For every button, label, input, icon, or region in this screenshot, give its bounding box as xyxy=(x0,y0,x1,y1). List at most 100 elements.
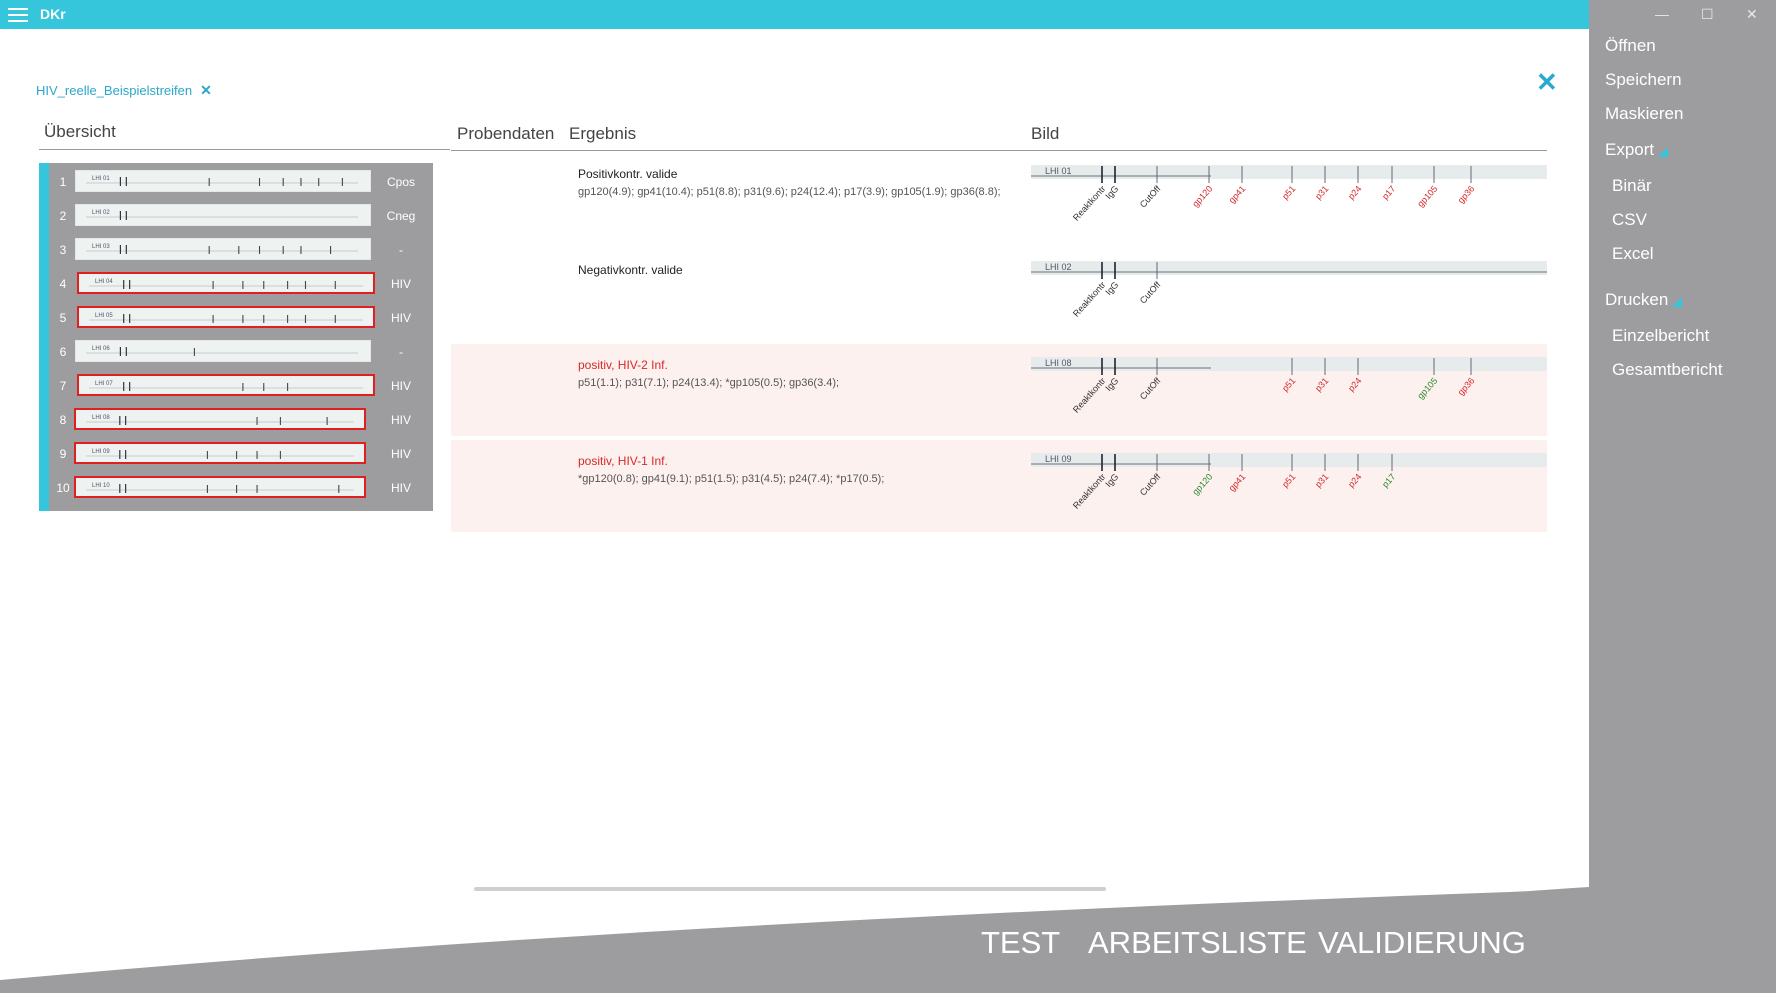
menu-open[interactable]: Öffnen xyxy=(1605,36,1656,56)
strip-code-label: LHI 02 xyxy=(1045,262,1072,272)
strip-thumbnail[interactable]: LHI 01 xyxy=(75,170,371,192)
maximize-icon[interactable]: ☐ xyxy=(1701,6,1714,23)
row-result-label: Cneg xyxy=(386,209,416,223)
band-label: Reaktkontr xyxy=(1071,472,1108,511)
row-number: 9 xyxy=(59,447,67,461)
overview-row[interactable]: 2 LHI 02 Cneg xyxy=(49,199,433,233)
strip-body xyxy=(1031,453,1547,467)
strip-thumbnail[interactable]: LHI 03 xyxy=(75,238,371,260)
probendaten-header: Probendaten xyxy=(457,124,555,143)
row-number: 7 xyxy=(59,379,67,393)
strip-bands xyxy=(86,450,354,459)
strip-bands xyxy=(86,211,358,220)
row-result-label: HIV xyxy=(390,481,411,495)
overview-row[interactable]: 5 LHI 05 HIV xyxy=(49,301,433,335)
menu-export-csv[interactable]: CSV xyxy=(1612,210,1647,230)
nav-test[interactable]: TEST xyxy=(981,925,1060,961)
overview-row[interactable]: 1 LHI 01 Cpos xyxy=(49,165,433,199)
strip-bands xyxy=(86,347,358,356)
close-icon[interactable]: ✕ xyxy=(1536,67,1558,98)
result-status: Positivkontr. valide xyxy=(578,167,678,181)
strip-image[interactable]: LHI 09 Reaktkontr IgG CutOff gp120 gp41 p51 p31… xyxy=(1031,451,1547,541)
strip-thumbnail[interactable]: LHI 10 xyxy=(74,476,366,498)
menu-save[interactable]: Speichern xyxy=(1605,70,1682,90)
minimize-icon[interactable]: — xyxy=(1655,6,1669,22)
overview-row[interactable]: 6 LHI 06 - xyxy=(49,335,433,369)
window-close-icon[interactable]: ✕ xyxy=(1746,6,1758,23)
overview-row[interactable]: 8 LHI 08 HIV xyxy=(49,403,433,437)
overview-row[interactable]: 3 LHI 03 - xyxy=(49,233,433,267)
strip-thumbnail[interactable]: LHI 05 xyxy=(77,306,375,328)
overview-row[interactable]: 10 LHI 10 HIV xyxy=(49,471,433,505)
overview-row[interactable]: 9 LHI 09 HIV xyxy=(49,437,433,471)
hamburger-menu-icon[interactable] xyxy=(8,8,28,22)
overview-header: Übersicht xyxy=(44,122,116,141)
document-tab[interactable]: HIV_reelle_Beispielstreifen ✕ xyxy=(36,82,212,99)
strip-svg: LHI 02 ReaktkontrIgG CutOff xyxy=(1031,261,1547,319)
strip-bands xyxy=(89,314,363,323)
band-label: p17 xyxy=(1380,472,1397,490)
row-number: 3 xyxy=(59,243,67,257)
strip-image[interactable]: LHI 08 Reaktkontr IgG CutOff p51 p31 p24 gp105 g… xyxy=(1031,355,1547,445)
menu-export-label[interactable]: Export xyxy=(1605,140,1654,159)
menu-export-excel[interactable]: Excel xyxy=(1612,244,1654,264)
band-label: IgG xyxy=(1103,472,1120,489)
strip-bands xyxy=(86,245,358,254)
band-label: gp105 xyxy=(1415,184,1439,209)
strip-svg: LHI 08 ReaktkontrIgG CutOff p51 p31 p24 gp105 g… xyxy=(1031,357,1547,415)
strip-body xyxy=(1031,357,1547,371)
strip-thumbnail[interactable]: LHI 02 xyxy=(75,204,371,226)
band-label: Reaktkontr xyxy=(1071,280,1108,319)
overview-row[interactable]: 7 LHI 07 HIV xyxy=(49,369,433,403)
strip-thumbnail[interactable]: LHI 07 xyxy=(77,374,375,396)
menu-print-label[interactable]: Drucken xyxy=(1605,290,1668,309)
overview-divider xyxy=(39,149,450,150)
strip-bands xyxy=(89,280,363,289)
band-label: p31 xyxy=(1313,376,1330,394)
band-label: p51 xyxy=(1280,472,1297,490)
strip-image[interactable]: LHI 01 Reaktkontr IgG CutOff gp120 gp41 p51 p31… xyxy=(1031,163,1547,253)
row-result-label: HIV xyxy=(390,311,411,325)
band-label: CutOff xyxy=(1138,375,1163,401)
expand-arrow-icon xyxy=(1658,147,1669,157)
document-tab-label[interactable]: HIV_reelle_Beispielstreifen xyxy=(36,83,192,98)
band-label: p31 xyxy=(1313,184,1330,202)
close-tab-icon[interactable]: ✕ xyxy=(200,82,212,98)
result-values: *gp120(0.8); gp41(9.1); p51(1.5); p31(4.… xyxy=(578,473,885,485)
strip-thumbnail[interactable]: LHI 08 xyxy=(74,408,366,430)
band-label: p17 xyxy=(1380,184,1397,202)
band-label: CutOff xyxy=(1138,183,1163,209)
band-label: CutOff xyxy=(1138,279,1163,305)
expand-arrow-icon xyxy=(1672,297,1683,307)
strip-image[interactable]: LHI 02 Reaktkontr IgG CutOff xyxy=(1031,259,1547,349)
band-label: gp120 xyxy=(1190,184,1214,209)
row-number: 4 xyxy=(59,277,67,291)
row-number: 1 xyxy=(59,175,67,189)
strip-code-label: LHI 08 xyxy=(1045,358,1072,368)
strip-body xyxy=(1031,261,1547,275)
result-values: p51(1.1); p31(7.1); p24(13.4); *gp105(0.… xyxy=(578,377,840,389)
strip-bands xyxy=(86,484,354,493)
overview-row[interactable]: 4 LHI 04 HIV xyxy=(49,267,433,301)
strip-body xyxy=(1031,165,1547,179)
strip-bands xyxy=(86,177,358,186)
menu-export[interactable]: Export xyxy=(1605,140,1669,160)
menu-print-single-report[interactable]: Einzelbericht xyxy=(1612,326,1709,346)
menu-print[interactable]: Drucken xyxy=(1605,290,1683,310)
menu-export-binary[interactable]: Binär xyxy=(1612,176,1652,196)
band-label: gp41 xyxy=(1227,472,1248,494)
menu-mask[interactable]: Maskieren xyxy=(1605,104,1683,124)
strip-thumbnail[interactable]: LHI 09 xyxy=(74,442,366,464)
band-label: p51 xyxy=(1280,184,1297,202)
menu-print-full-report[interactable]: Gesamtbericht xyxy=(1612,360,1723,380)
row-result-label: HIV xyxy=(390,277,411,291)
row-number: 2 xyxy=(59,209,67,223)
nav-worklist[interactable]: ARBEITSLISTE xyxy=(1088,925,1307,961)
band-label: gp36 xyxy=(1456,184,1477,206)
overview-accent-bar xyxy=(39,163,49,511)
strip-bands xyxy=(89,382,363,391)
overview-panel: 1 LHI 01 Cpos 2 LHI 02 Cneg 3 LHI 03 - 4 LHI 04 HIV… xyxy=(39,163,433,511)
nav-validation[interactable]: VALIDIERUNG xyxy=(1318,925,1526,961)
strip-thumbnail[interactable]: LHI 04 xyxy=(77,272,375,294)
strip-thumbnail[interactable]: LHI 06 xyxy=(75,340,371,362)
